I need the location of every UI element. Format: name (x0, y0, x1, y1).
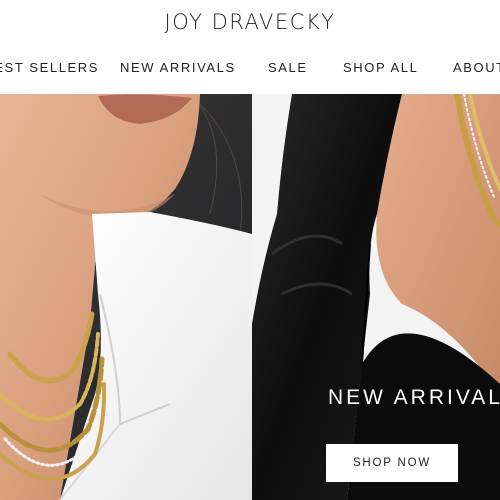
hero-image-right[interactable] (252, 94, 500, 500)
necklace-model-photo-right (252, 94, 500, 500)
main-nav: BEST SELLERS NEW ARRIVALS SALE SHOP ALL … (0, 60, 500, 76)
hero-banner: NEW ARRIVALS SHOP NOW (0, 94, 500, 500)
nav-about[interactable]: ABOUT (453, 60, 500, 75)
nav-best-sellers[interactable]: BEST SELLERS (0, 60, 99, 75)
nav-new-arrivals[interactable]: NEW ARRIVALS (120, 60, 236, 75)
shop-now-button[interactable]: SHOP NOW (326, 444, 458, 482)
hero-title: NEW ARRIVALS (328, 386, 500, 409)
hero-image-left[interactable] (0, 94, 252, 500)
nav-shop-all[interactable]: SHOP ALL (343, 60, 418, 75)
brand-logo[interactable]: JOY DRAVECKY (0, 10, 500, 34)
site-header: JOY DRAVECKY BEST SELLERS NEW ARRIVALS S… (0, 0, 500, 94)
nav-sale[interactable]: SALE (268, 60, 308, 75)
necklace-model-photo-left (0, 94, 252, 500)
